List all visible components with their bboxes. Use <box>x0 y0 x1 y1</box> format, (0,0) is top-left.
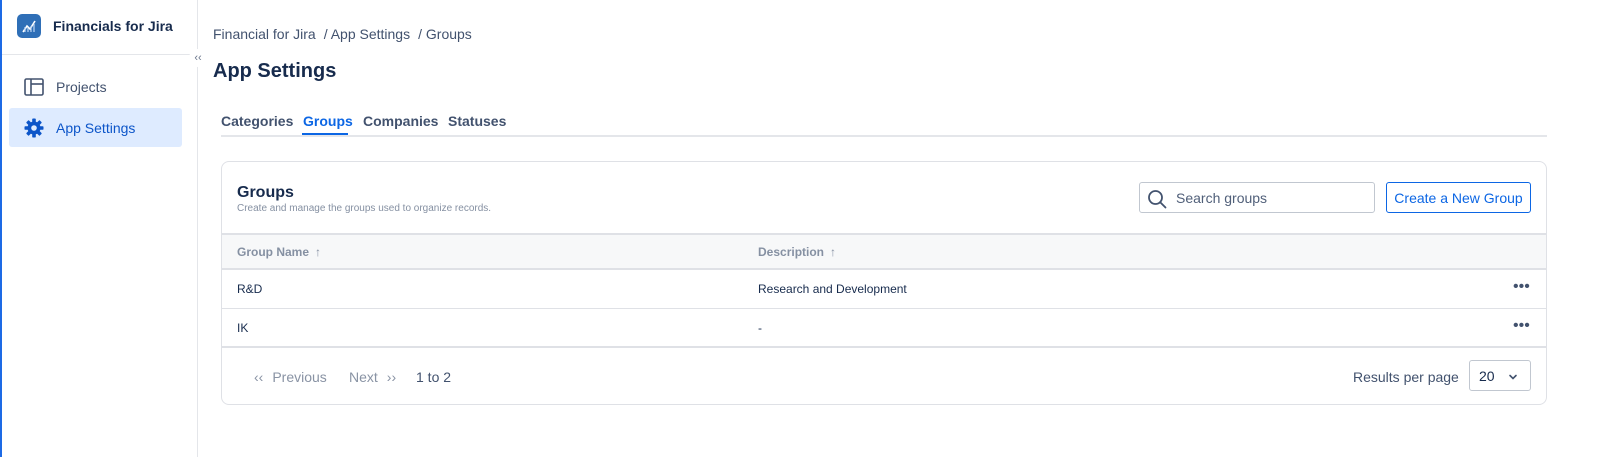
app-name[interactable]: Financials for Jira <box>53 18 173 34</box>
tab-categories[interactable]: Categories <box>221 113 293 129</box>
gear-icon <box>23 117 45 139</box>
results-per-page-select[interactable]: 20 <box>1469 360 1531 391</box>
group-name-cell: IK <box>237 321 249 335</box>
sidebar-item-label: Projects <box>56 79 107 95</box>
sidebar-item-projects[interactable]: Projects <box>9 67 182 106</box>
column-header-description[interactable]: Description ↑ <box>758 245 836 259</box>
sidebar-item-label: App Settings <box>56 120 136 136</box>
column-header-group-name[interactable]: Group Name ↑ <box>237 245 321 259</box>
layout-icon <box>23 76 45 98</box>
results-per-page-value: 20 <box>1479 368 1495 384</box>
tab-statuses[interactable]: Statuses <box>448 113 506 129</box>
breadcrumb-item-app-settings[interactable]: / App Settings <box>324 26 410 42</box>
sort-arrow-up-icon: ↑ <box>830 245 837 259</box>
chart-logo-icon[interactable] <box>17 14 41 38</box>
settings-tabs: Categories Groups Companies Statuses <box>221 112 1547 137</box>
previous-label: Previous <box>272 369 327 385</box>
card-title: Groups <box>237 184 294 201</box>
page-title: App Settings <box>213 60 337 82</box>
double-chevron-left-icon[interactable]: ‹‹ <box>189 49 207 67</box>
more-actions-icon[interactable]: ••• <box>1513 317 1530 335</box>
tab-groups[interactable]: Groups <box>303 113 353 129</box>
column-header-label: Group Name <box>237 245 310 259</box>
double-chevron-right-icon: ›› <box>386 369 397 385</box>
group-name-cell: R&D <box>237 282 263 296</box>
column-header-label: Description <box>758 245 825 259</box>
next-label: Next <box>349 369 378 385</box>
breadcrumb-item-groups[interactable]: / Groups <box>418 26 472 42</box>
sidebar-header: Financials for Jira <box>2 0 197 55</box>
breadcrumb-item-home[interactable]: Financial for Jira <box>213 26 316 42</box>
table-header: Group Name ↑ Description ↑ <box>222 233 1546 270</box>
card-subtitle: Create and manage the groups used to org… <box>237 203 492 214</box>
more-actions-icon[interactable]: ••• <box>1513 278 1530 296</box>
active-tab-underline <box>302 133 348 135</box>
next-page-button[interactable]: Next ›› <box>349 369 396 385</box>
pagination: ‹‹ Previous Next ›› 1 to 2 Results per p… <box>222 348 1546 404</box>
page-range: 1 to 2 <box>416 369 452 385</box>
description-cell: - <box>758 321 762 335</box>
tab-companies[interactable]: Companies <box>363 113 438 129</box>
description-cell: Research and Development <box>758 282 907 296</box>
sidebar: Financials for Jira ‹‹ Projects App Sett… <box>2 0 207 457</box>
search-input[interactable] <box>1176 188 1366 208</box>
search-box[interactable] <box>1139 182 1375 213</box>
previous-page-button[interactable]: ‹‹ Previous <box>254 369 327 385</box>
double-chevron-left-icon: ‹‹ <box>254 369 264 385</box>
results-per-page-label: Results per page <box>1353 369 1459 385</box>
search-icon <box>1147 189 1167 209</box>
table-row[interactable]: IK - ••• <box>222 309 1546 348</box>
create-group-button[interactable]: Create a New Group <box>1386 182 1531 213</box>
chevron-down-icon <box>1507 370 1519 382</box>
table-row[interactable]: R&D Research and Development ••• <box>222 270 1546 309</box>
sort-arrow-up-icon: ↑ <box>315 245 322 259</box>
sidebar-item-app-settings[interactable]: App Settings <box>9 108 182 147</box>
breadcrumb: Financial for Jira / App Settings / Grou… <box>213 26 472 42</box>
groups-card: Groups Create and manage the groups used… <box>221 161 1547 405</box>
